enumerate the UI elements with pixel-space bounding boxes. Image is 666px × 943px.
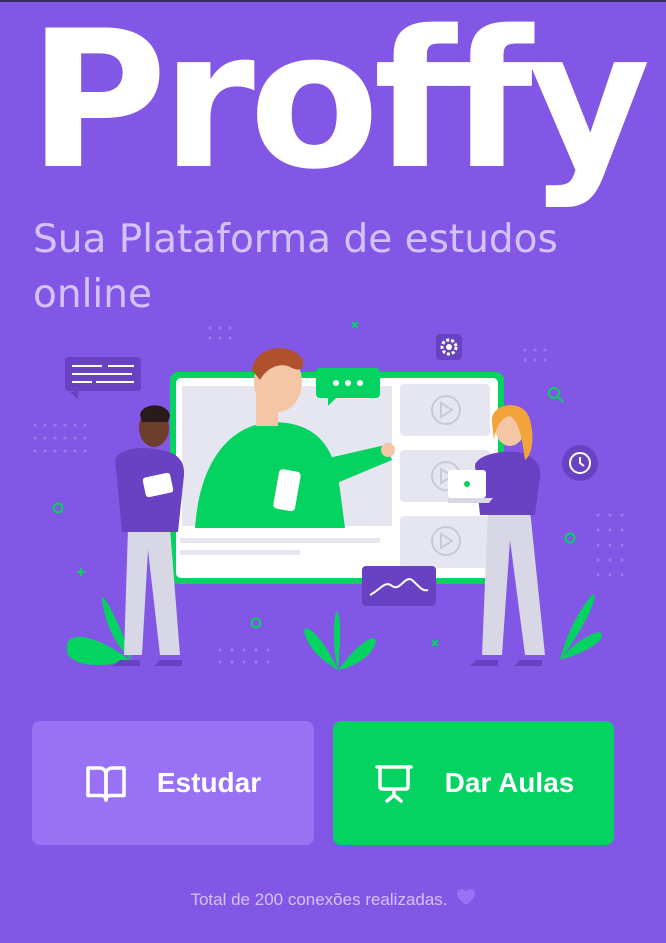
app-logo: Proffy [28,0,651,211]
study-button-label: Estudar [156,767,262,798]
connections-footer: Total de 200 conexões realizadas. [0,888,666,911]
book-open-icon [85,763,127,803]
hero-illustration [33,321,624,670]
connections-count-text: Total de 200 conexões realizadas. [190,889,448,909]
analytics-card [362,566,436,606]
text-card [65,357,141,399]
clock-badge [562,445,598,481]
study-button[interactable]: Estudar [32,721,314,845]
heart-icon [456,888,476,911]
presentation-board-icon [373,763,415,803]
gear-badge [436,334,462,360]
teach-button[interactable]: Dar Aulas [333,721,614,845]
tagline: Sua Plataforma de estudos online [33,217,558,317]
teach-button-label: Dar Aulas [444,767,575,798]
